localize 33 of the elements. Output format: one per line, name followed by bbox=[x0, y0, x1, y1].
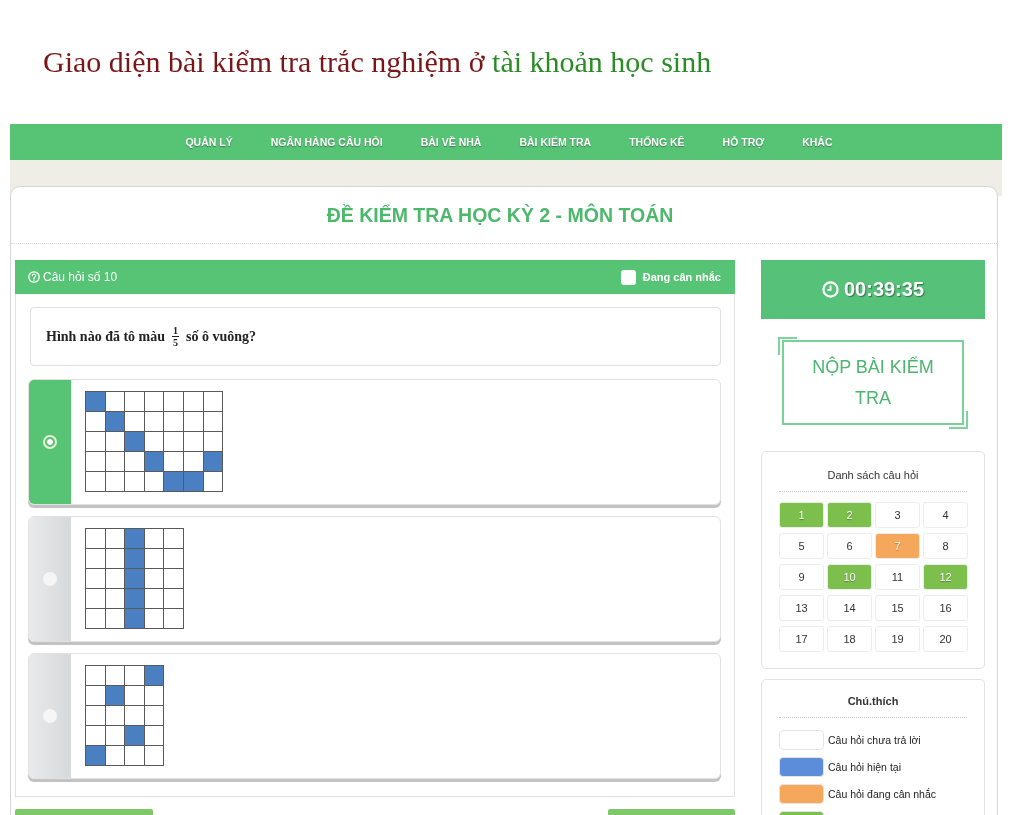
panel-title: Danh sách câu hỏi bbox=[827, 468, 919, 483]
answer-option[interactable] bbox=[28, 379, 721, 505]
timer-text: 00:39:35 bbox=[843, 278, 925, 301]
legend-label: Câu hỏi đang cân nhắc bbox=[828, 788, 936, 800]
exam-title: ĐỀ KIỂM TRA HỌC KỲ 2 - MÔN TOÁN bbox=[326, 203, 674, 227]
question-number-button[interactable]: 14 bbox=[827, 595, 872, 621]
checkbox[interactable] bbox=[620, 269, 636, 285]
question-number-button[interactable]: 18 bbox=[827, 626, 872, 652]
question-number-button[interactable]: 3 bbox=[875, 502, 920, 528]
question-number-button[interactable]: 17 bbox=[779, 626, 824, 652]
clock-icon bbox=[821, 281, 839, 298]
question-number-button[interactable]: 6 bbox=[827, 533, 872, 559]
answer-option[interactable] bbox=[28, 516, 721, 642]
question-number-button[interactable]: 9 bbox=[779, 564, 824, 590]
legend-label: Câu hỏi hiện tại bbox=[828, 761, 901, 773]
question-number-button[interactable]: 20 bbox=[923, 626, 968, 652]
legend-title: Chú.thích bbox=[847, 694, 899, 709]
question-number-button[interactable]: 15 bbox=[875, 595, 920, 621]
help-icon bbox=[28, 271, 40, 283]
answer-option[interactable] bbox=[28, 653, 721, 779]
radio-button[interactable] bbox=[43, 709, 57, 723]
question-number-button[interactable]: 13 bbox=[779, 595, 824, 621]
legend-label: Câu hỏi chưa trả lời bbox=[828, 734, 921, 746]
question-number-button[interactable]: 16 bbox=[923, 595, 968, 621]
question-number-button[interactable]: 8 bbox=[923, 533, 968, 559]
question-number-button[interactable]: 5 bbox=[779, 533, 824, 559]
radio-button[interactable] bbox=[43, 572, 57, 586]
page-title: Giao diện bài kiểm tra trắc nghiệm ở tài khoản học sinh bbox=[43, 44, 712, 80]
question-number-button[interactable]: 4 bbox=[923, 502, 968, 528]
radio-button[interactable] bbox=[43, 435, 57, 449]
question-number-button[interactable]: 11 bbox=[875, 564, 920, 590]
question-number-label: Câu hỏi số 10 bbox=[43, 270, 118, 284]
question-number-button[interactable]: 19 bbox=[875, 626, 920, 652]
